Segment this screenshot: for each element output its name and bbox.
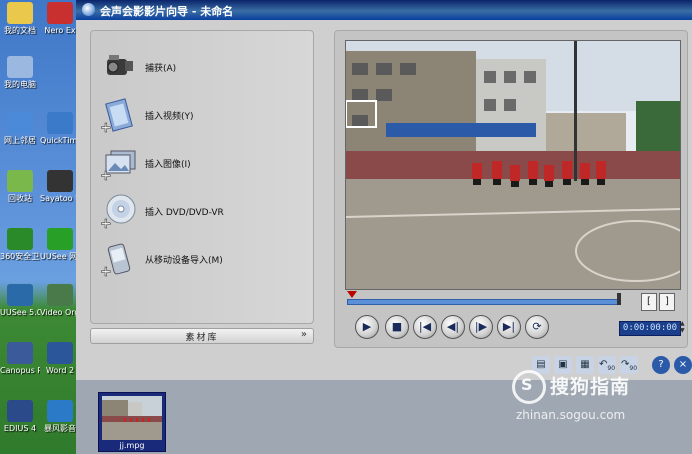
disc-icon [47, 2, 73, 24]
go-to-end-button[interactable]: ▶| [497, 315, 521, 339]
svg-text:+: + [100, 120, 112, 133]
insert-image-button[interactable]: + 插入图像(I) [97, 143, 307, 185]
computer-icon [7, 56, 33, 78]
video-icon [47, 284, 73, 306]
recycle-bin-icon [7, 170, 33, 192]
app-icon [7, 342, 33, 364]
video-frame-image [346, 41, 680, 289]
go-to-start-button[interactable]: |◀ [413, 315, 437, 339]
quicktime-icon [47, 112, 73, 134]
dvd-disc-icon: + [100, 194, 136, 229]
timecode-spinner-icon[interactable]: ▲ ▼ [680, 320, 686, 335]
desktop-icon-word[interactable]: Word 2 [40, 342, 80, 375]
desktop-icon-network[interactable]: 网上邻居 [0, 112, 40, 145]
import-mobile-button[interactable]: + 从移动设备导入(M) [97, 239, 307, 281]
subtitle-icon [47, 170, 73, 192]
insert-video-icon: + [100, 98, 133, 133]
svg-text:+: + [100, 168, 112, 181]
word-icon [47, 342, 73, 364]
desktop-icon-my-computer[interactable]: 我的电脑 [0, 56, 40, 89]
trim-start-button[interactable]: [ [641, 293, 657, 311]
next-frame-button[interactable]: |▶ [469, 315, 493, 339]
stop-button[interactable]: ■ [385, 315, 409, 339]
shield-icon [7, 228, 33, 250]
desktop-icon-procoder[interactable]: Canopus ProCoder [0, 342, 40, 375]
desktop-icon-baofeng[interactable]: 暴风影音 [40, 400, 80, 433]
play-button[interactable]: ▶ [355, 315, 379, 339]
clip-thumbnail [102, 396, 162, 440]
video-preview[interactable] [345, 40, 681, 290]
library-bar[interactable]: 素材库 » [90, 328, 314, 344]
insert-dvd-button[interactable]: + 插入 DVD/DVD-VR [97, 191, 307, 233]
desktop-icon-edius[interactable]: EDIUS 4 [0, 400, 40, 433]
desktop-icon-nero[interactable]: Nero Ex [40, 2, 80, 35]
scrub-bar[interactable] [347, 291, 621, 305]
storyboard-clip[interactable]: jj.mpg [98, 392, 166, 452]
window-title: 会声会影影片向导 - 未命名 [100, 5, 234, 18]
network-icon [7, 112, 33, 134]
media-player-icon [47, 400, 73, 422]
folder-icon [7, 2, 33, 24]
preview-panel: [ ] ▶ ■ |◀ ◀| |▶ ▶| ⟳ 0:00:00:00 ▲ ▼ [334, 30, 688, 348]
desktop-icon-quicktime[interactable]: QuickTime Player [40, 112, 80, 145]
desktop-icon-recycle-bin[interactable]: 回收站 [0, 170, 40, 203]
playhead-handle[interactable] [347, 291, 357, 298]
desktop-icon-my-documents[interactable]: 我的文档 [0, 2, 40, 35]
desktop-icon-uusee-tv[interactable]: UUSee 网络电视 [40, 228, 80, 261]
camcorder-icon [107, 55, 133, 75]
watermark-url: zhinan.sogou.com [516, 408, 626, 422]
desktop-icon-sayatoo[interactable]: Sayatoo 字幕精灵 [40, 170, 80, 203]
previous-frame-button[interactable]: ◀| [441, 315, 465, 339]
watermark-brand: 搜狗指南 [550, 376, 631, 398]
wizard-menu-panel: 捕获(A) + 插入视频(Y) + 插入图像(I) + 插入 DVD/DVD-V… [90, 30, 314, 324]
svg-text:+: + [100, 264, 112, 277]
tv-icon [47, 228, 73, 250]
svg-text:+: + [100, 216, 112, 229]
insert-video-button[interactable]: + 插入视频(Y) [97, 95, 307, 137]
repeat-button[interactable]: ⟳ [525, 315, 549, 339]
watermark: S 搜狗指南 zhinan.sogou.com [512, 368, 692, 438]
library-toggle-icon[interactable]: » [301, 329, 307, 340]
eye-icon [7, 284, 33, 306]
timecode-display[interactable]: 0:00:00:00 [619, 321, 681, 336]
mobile-device-icon: + [100, 243, 131, 277]
desktop-icon-360[interactable]: 360安全卫士 [0, 228, 40, 261]
app-logo-icon [82, 3, 95, 16]
desktop-strip: 我的文档 我的电脑 网上邻居 回收站 360安全卫士 UUSee 5.0 Can… [0, 0, 80, 454]
scrub-track[interactable] [347, 299, 619, 305]
clip-name: jj.mpg [119, 441, 145, 450]
desktop-icon-video-organizer[interactable]: Video Organizer [40, 284, 80, 317]
app-icon [7, 400, 33, 422]
insert-image-icon: + [100, 150, 136, 181]
trim-end-button[interactable]: ] [659, 293, 675, 311]
desktop-icon-uusee[interactable]: UUSee 5.0 [0, 284, 40, 317]
title-bar[interactable]: 会声会影影片向导 - 未命名 [76, 0, 692, 20]
scrub-end-marker [617, 293, 621, 305]
capture-button[interactable]: 捕获(A) [97, 47, 307, 89]
